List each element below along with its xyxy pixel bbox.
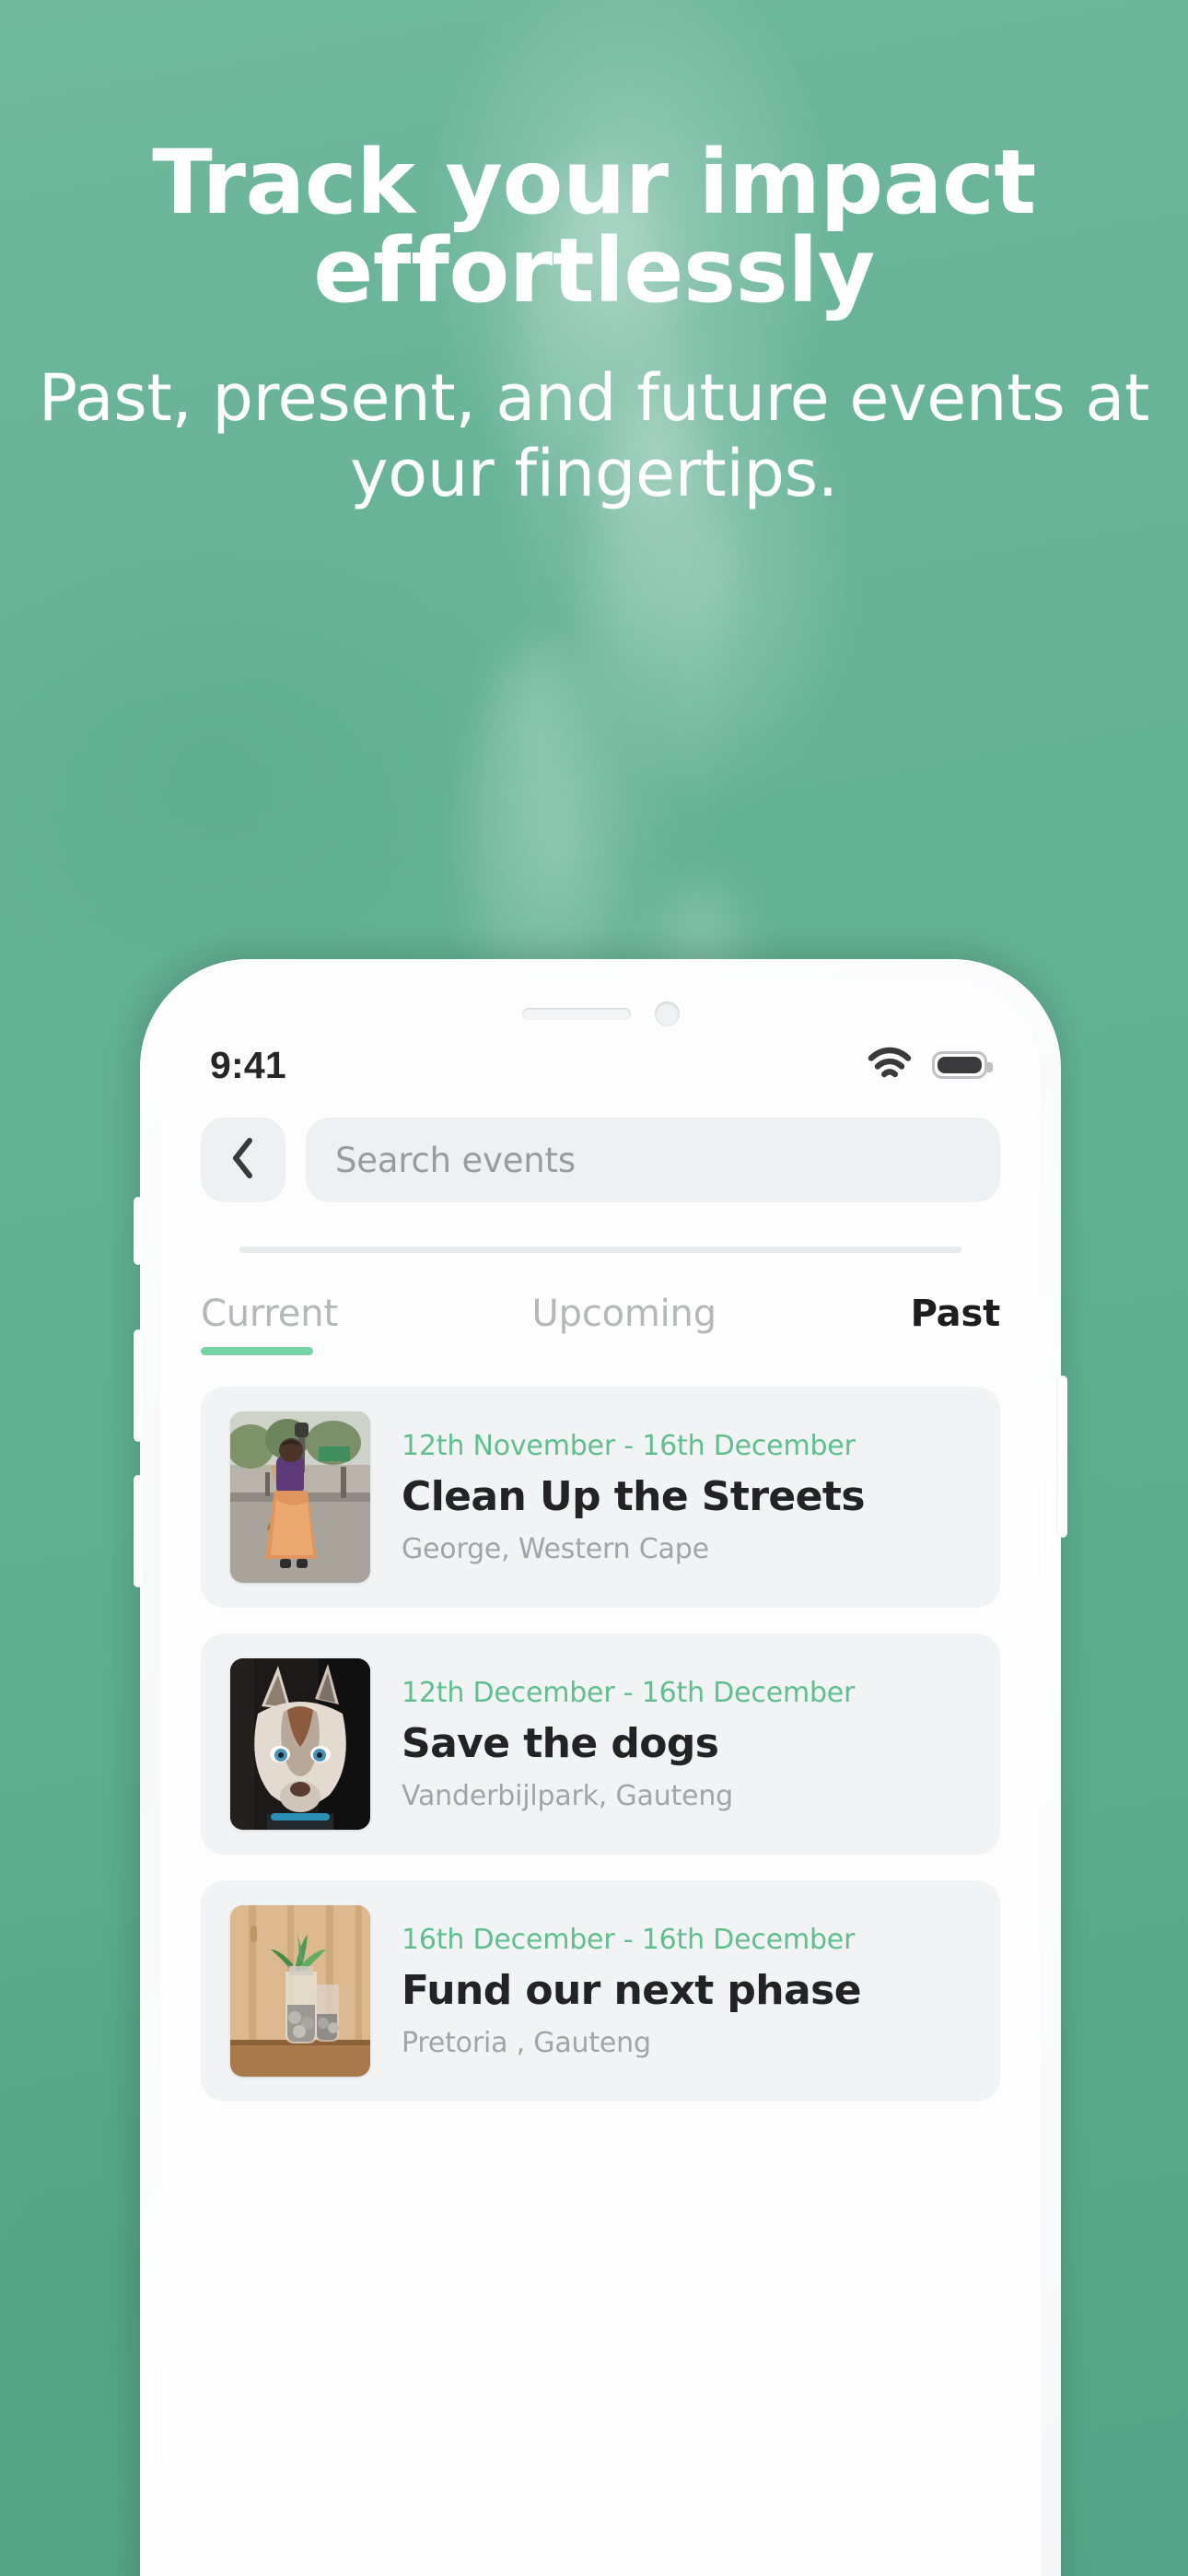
front-camera-icon [654,1001,680,1026]
tab-upcoming-label: Upcoming [531,1293,717,1335]
event-location: George, Western Cape [402,1532,709,1565]
event-thumb-street-sweeper [230,1411,370,1583]
event-location: Pretoria , Gauteng [402,2026,651,2059]
earpiece-speaker-icon [521,1007,631,1020]
event-list: 12th November - 16th December Clean Up t… [160,1387,1041,2102]
event-card[interactable]: 12th December - 16th December Save the d… [201,1633,1000,1855]
event-card-body: 12th December - 16th December Save the d… [402,1677,971,1812]
status-bar: 9:41 [160,1036,1041,1094]
phone-screen: 9:41 Search events Current Upcoming Past… [160,979,1041,2576]
phone-mockup: 9:41 Search events Current Upcoming Past… [134,959,1067,2576]
hero-subtitle: Past, present, and future events at your… [38,360,1150,511]
hero-text-block: Track your impact effortlessly Past, pre… [0,138,1188,512]
phone-power-button[interactable] [1058,1376,1067,1538]
tab-active-underline [201,1347,313,1355]
battery-fill [938,1057,982,1073]
event-card[interactable]: 16th December - 16th December Fund our n… [201,1880,1000,2102]
status-bar-time: 9:41 [210,1043,286,1086]
phone-volume-up-button[interactable] [134,1329,143,1442]
tab-past[interactable]: Past [910,1293,1001,1355]
phone-notch [160,992,1041,1035]
event-title: Save the dogs [402,1719,719,1767]
hero-headline: Track your impact effortlessly [152,131,1036,322]
tab-current-label: Current [201,1293,338,1335]
search-input[interactable]: Search events [306,1118,1000,1202]
chevron-left-icon [229,1137,257,1183]
tab-upcoming[interactable]: Upcoming [338,1293,911,1355]
event-title: Clean Up the Streets [402,1472,866,1520]
search-input-placeholder: Search events [335,1140,576,1180]
event-filter-tabs: Current Upcoming Past [160,1293,1041,1355]
event-title: Fund our next phase [402,1966,862,2014]
screenshot-canvas: Track your impact effortlessly Past, pre… [0,0,1188,2576]
event-thumb-coin-jar-plant [230,1905,370,2077]
back-button[interactable] [201,1118,285,1202]
tab-past-label: Past [910,1293,1001,1335]
event-date-range: 16th December - 16th December [402,1923,856,1956]
event-card[interactable]: 12th November - 16th December Clean Up t… [201,1387,1000,1608]
event-location: Vanderbijlpark, Gauteng [402,1779,733,1812]
event-thumb-husky-dog [230,1658,370,1830]
event-card-body: 12th November - 16th December Clean Up t… [402,1430,971,1565]
event-card-body: 16th December - 16th December Fund our n… [402,1924,971,2059]
wifi-icon [868,1047,912,1083]
phone-silent-switch[interactable] [134,1197,143,1265]
search-row: Search events [160,1118,1041,1202]
phone-volume-down-button[interactable] [134,1475,143,1587]
content-divider [239,1247,961,1253]
tab-current[interactable]: Current [201,1293,338,1355]
battery-full-icon [932,1051,993,1079]
status-bar-icons [868,1047,993,1083]
event-date-range: 12th December - 16th December [402,1676,856,1709]
event-date-range: 12th November - 16th December [402,1429,856,1462]
